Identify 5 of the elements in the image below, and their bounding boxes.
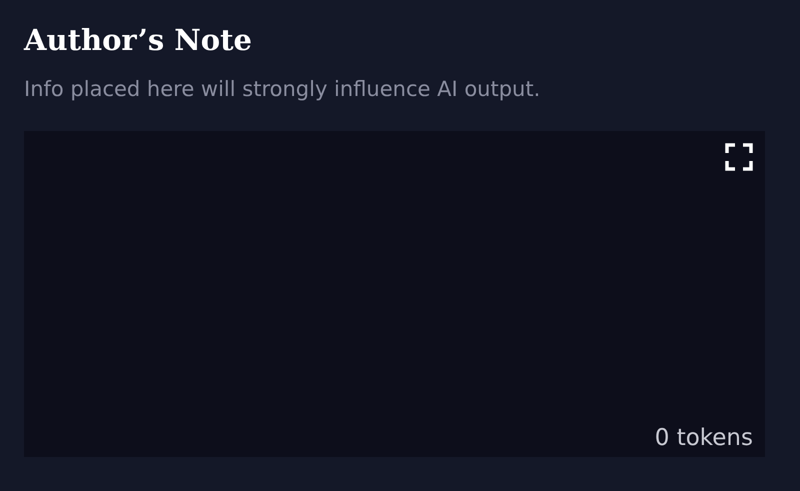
panel-title: Author’s Note — [24, 22, 253, 59]
note-text-area[interactable]: 0 tokens — [24, 131, 765, 457]
token-count: 0 tokens — [654, 425, 753, 451]
expand-icon[interactable] — [725, 143, 753, 171]
panel-description: Info placed here will strongly influence AI output. — [24, 76, 542, 103]
